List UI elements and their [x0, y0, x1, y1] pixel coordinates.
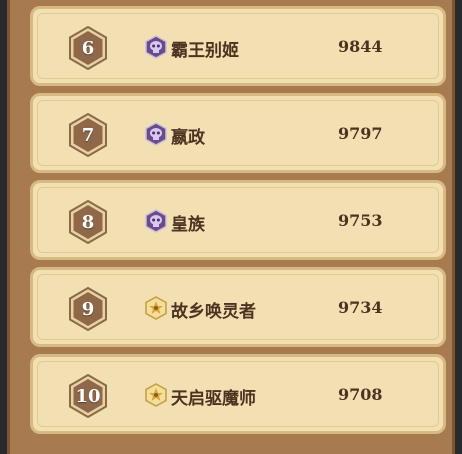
purple-skull-crest-icon	[144, 209, 168, 233]
player-score: 9708	[338, 385, 383, 404]
leaderboard-row[interactable]: 9 故乡唤灵者 9734	[30, 267, 446, 347]
rank-number: 8	[81, 211, 95, 233]
player-name: 嬴政	[171, 128, 205, 148]
player-name: 天启驱魔师	[171, 389, 256, 409]
player-name: 霸王别姬	[171, 41, 239, 61]
rank-badge: 9	[68, 287, 108, 331]
rank-number: 10	[75, 385, 101, 407]
rank-badge: 10	[68, 374, 108, 418]
rank-badge: 7	[68, 113, 108, 157]
player-score: 9797	[338, 124, 383, 143]
player-score: 9753	[338, 211, 383, 230]
player-score: 9844	[338, 37, 383, 56]
purple-skull-crest-icon	[144, 122, 168, 146]
rank-badge: 6	[68, 26, 108, 70]
player-name: 皇族	[171, 215, 205, 235]
rank-number: 7	[81, 124, 95, 146]
leaderboard-row[interactable]: 10 天启驱魔师 9708	[30, 354, 446, 434]
rank-number: 6	[81, 37, 95, 59]
rank-badge: 8	[68, 200, 108, 244]
purple-skull-crest-icon	[144, 35, 168, 59]
leaderboard-panel: 6 霸王别姬 9844 7 嬴政 9797 8 皇族 9753 9 故乡唤灵者 …	[7, 0, 455, 454]
leaderboard-row[interactable]: 8 皇族 9753	[30, 180, 446, 260]
rank-number: 9	[81, 298, 95, 320]
gold-crest-icon	[144, 383, 168, 407]
player-score: 9734	[338, 298, 383, 317]
leaderboard-row[interactable]: 7 嬴政 9797	[30, 93, 446, 173]
gold-crest-icon	[144, 296, 168, 320]
leaderboard-row[interactable]: 6 霸王别姬 9844	[30, 6, 446, 86]
player-name: 故乡唤灵者	[171, 302, 256, 322]
